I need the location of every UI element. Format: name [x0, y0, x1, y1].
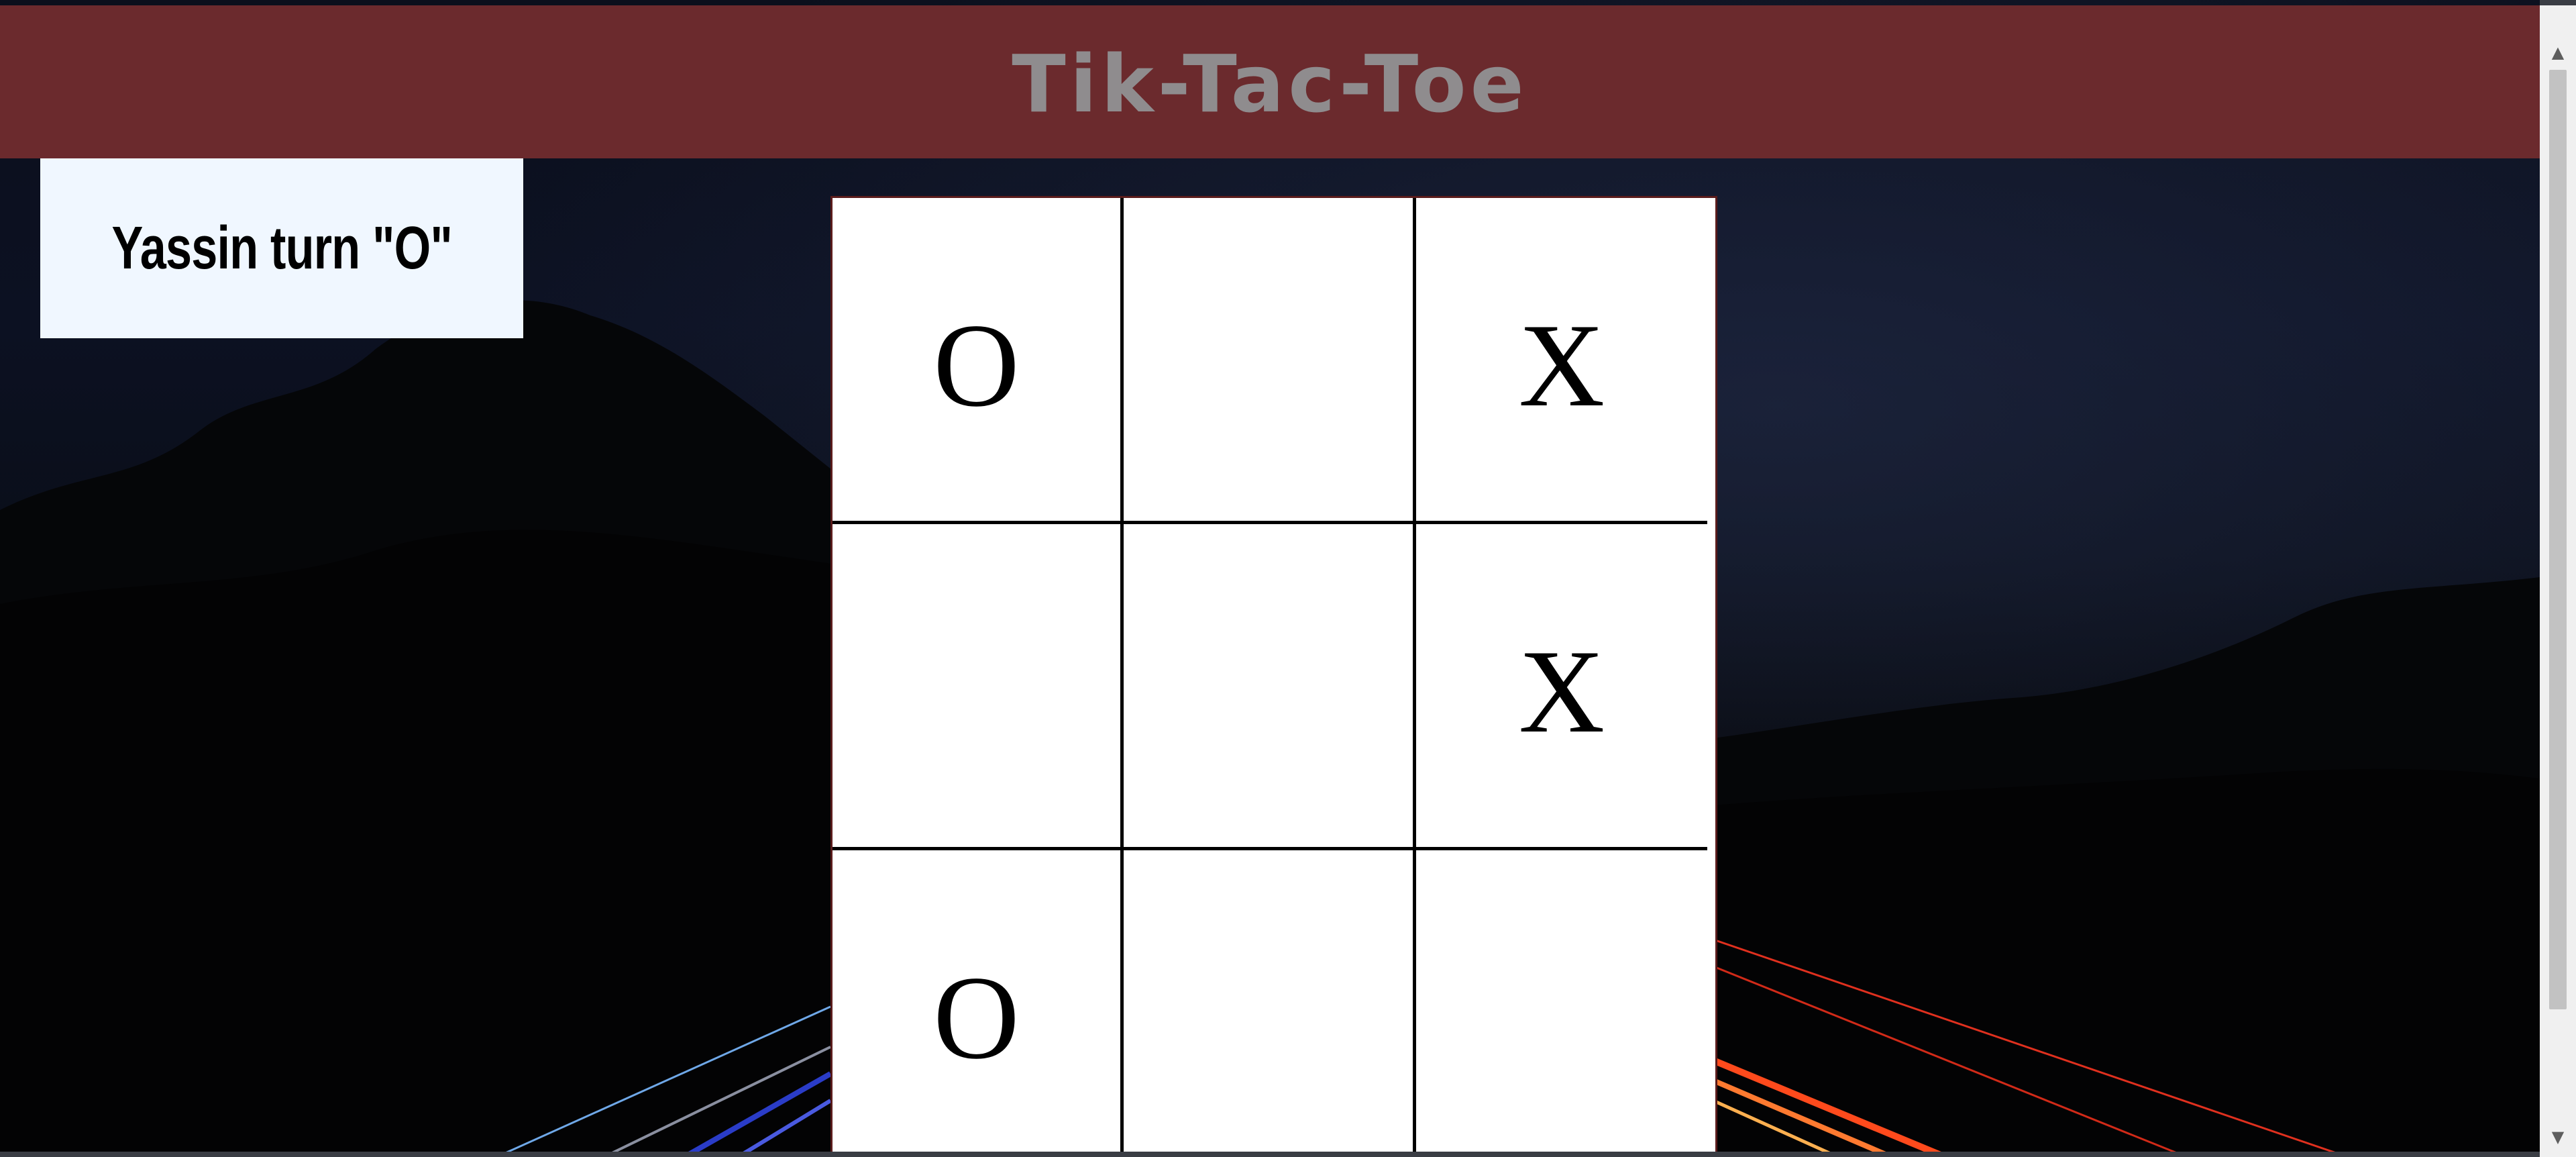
board-cell-1-3[interactable]: X: [1416, 198, 1707, 524]
board-cell-3-3[interactable]: [1416, 850, 1707, 1157]
turn-indicator: Yassin turn "O": [40, 158, 523, 338]
cell-mark: O: [933, 950, 1020, 1084]
vertical-scrollbar[interactable]: ▲ ▼: [2540, 5, 2576, 1157]
board-cell-2-1[interactable]: [833, 524, 1124, 850]
page-viewport: Tik-Tac-Toe Yassin turn "O" O X X O: [0, 0, 2540, 1157]
board-cell-1-1[interactable]: O: [833, 198, 1124, 524]
scroll-up-arrow-icon[interactable]: ▲: [2540, 39, 2576, 66]
scrollbar-thumb[interactable]: [2549, 70, 2567, 1009]
cell-mark: X: [1518, 298, 1605, 432]
window-bottom-edge: [0, 1152, 2540, 1157]
board-cell-2-2[interactable]: [1124, 524, 1416, 850]
board-cell-1-2[interactable]: [1124, 198, 1416, 524]
turn-status-text: Yassin turn "O": [111, 214, 452, 282]
cell-mark: O: [933, 298, 1020, 432]
app-header: Tik-Tac-Toe: [0, 5, 2540, 158]
page-title: Tik-Tac-Toe: [1012, 38, 1528, 130]
board-cell-2-3[interactable]: X: [1416, 524, 1707, 850]
board-cell-3-2[interactable]: [1124, 850, 1416, 1157]
board-cell-3-1[interactable]: O: [833, 850, 1124, 1157]
game-board: O X X O: [830, 196, 1717, 1157]
scroll-down-arrow-icon[interactable]: ▼: [2540, 1123, 2576, 1150]
cell-mark: X: [1518, 624, 1605, 758]
